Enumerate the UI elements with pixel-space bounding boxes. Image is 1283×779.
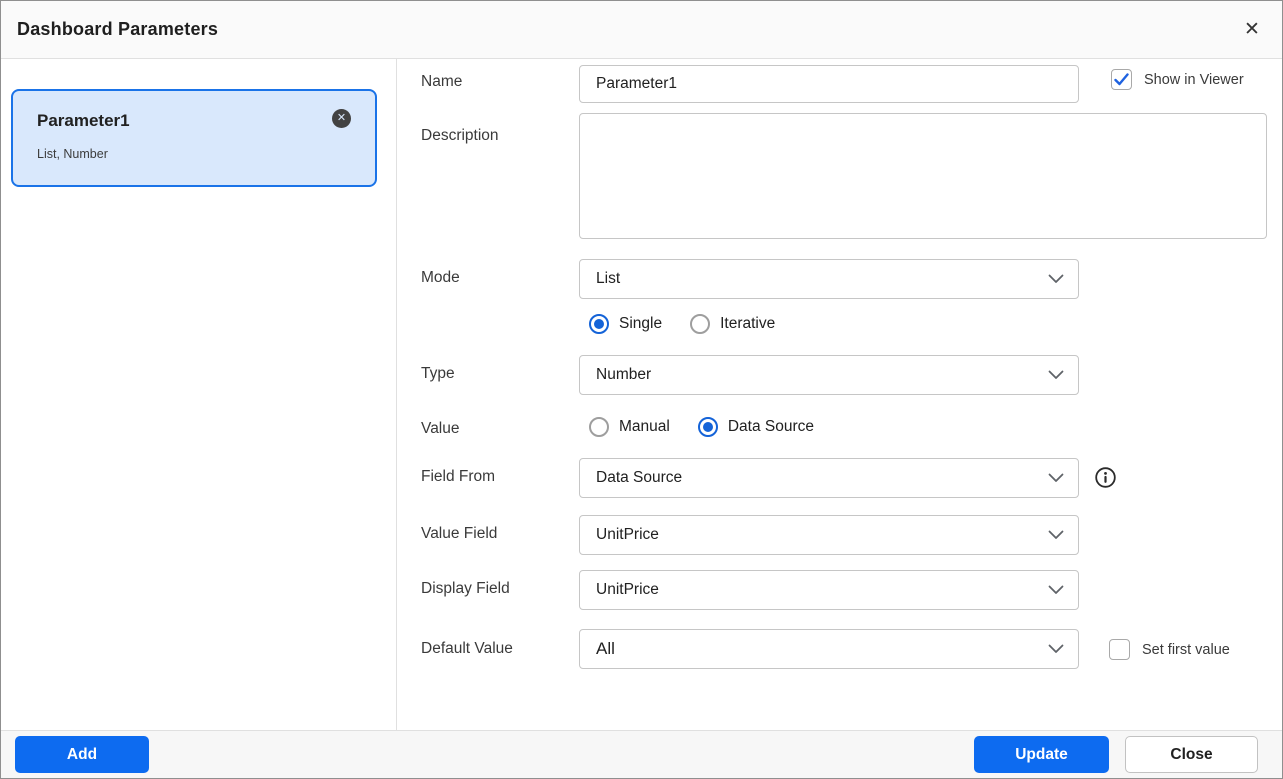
chevron-down-icon — [1048, 530, 1064, 540]
mode-radio-group: Single Iterative — [589, 314, 793, 334]
mode-value: List — [596, 270, 1048, 288]
chevron-down-icon — [1048, 644, 1064, 654]
value-radio-group: Manual Data Source — [589, 417, 832, 437]
update-button[interactable]: Update — [974, 736, 1109, 773]
chevron-down-icon — [1048, 585, 1064, 595]
parameter-name: Parameter1 — [37, 111, 355, 131]
default-value-dropdown[interactable]: All — [579, 629, 1079, 669]
set-first-value-field: Set first value — [1109, 639, 1230, 660]
name-label: Name — [421, 73, 576, 91]
description-label: Description — [421, 127, 576, 145]
manual-radio[interactable] — [589, 417, 609, 437]
set-first-value-label: Set first value — [1142, 642, 1230, 658]
chevron-down-icon — [1048, 473, 1064, 483]
iterative-radio[interactable] — [690, 314, 710, 334]
set-first-value-checkbox[interactable] — [1109, 639, 1130, 660]
display-field-value: UnitPrice — [596, 581, 1048, 599]
parameter-summary: List, Number — [37, 147, 355, 161]
dashboard-parameters-dialog: Dashboard Parameters ✕ Parameter1 List, … — [0, 0, 1283, 779]
close-icon[interactable]: ✕ — [1238, 16, 1266, 44]
data-source-radio-label: Data Source — [728, 418, 814, 436]
value-field-dropdown[interactable]: UnitPrice — [579, 515, 1079, 555]
add-button[interactable]: Add — [15, 736, 149, 773]
chevron-down-icon — [1048, 274, 1064, 284]
manual-radio-label: Manual — [619, 418, 670, 436]
description-input[interactable] — [579, 113, 1267, 239]
info-icon[interactable] — [1094, 466, 1117, 494]
name-input[interactable] — [579, 65, 1079, 103]
show-in-viewer-field: Show in Viewer — [1111, 69, 1244, 90]
value-field-label: Value Field — [421, 525, 576, 543]
chevron-down-icon — [1048, 370, 1064, 380]
parameter-list-panel: Parameter1 List, Number ✕ — [1, 59, 397, 730]
field-from-value: Data Source — [596, 469, 1048, 487]
default-value-value: All — [596, 639, 1048, 659]
single-radio[interactable] — [589, 314, 609, 334]
dialog-header: Dashboard Parameters ✕ — [1, 1, 1282, 59]
display-field-dropdown[interactable]: UnitPrice — [579, 570, 1079, 610]
value-field-value: UnitPrice — [596, 526, 1048, 544]
default-value-label: Default Value — [421, 640, 576, 658]
parameter-list-item[interactable]: Parameter1 List, Number ✕ — [11, 89, 377, 187]
dialog-footer: Add Update Close — [1, 730, 1282, 778]
close-button[interactable]: Close — [1125, 736, 1258, 773]
data-source-radio[interactable] — [698, 417, 718, 437]
dialog-title: Dashboard Parameters — [17, 19, 218, 40]
mode-label: Mode — [421, 269, 576, 287]
display-field-label: Display Field — [421, 580, 576, 598]
field-from-dropdown[interactable]: Data Source — [579, 458, 1079, 498]
mode-dropdown[interactable]: List — [579, 259, 1079, 299]
single-radio-label: Single — [619, 315, 662, 333]
type-value: Number — [596, 366, 1048, 384]
show-in-viewer-checkbox[interactable] — [1111, 69, 1132, 90]
check-icon — [1114, 73, 1129, 86]
show-in-viewer-label: Show in Viewer — [1144, 72, 1244, 88]
type-label: Type — [421, 365, 576, 383]
parameter-form: Name Show in Viewer Description Mode Lis… — [397, 59, 1282, 730]
iterative-radio-label: Iterative — [720, 315, 775, 333]
type-dropdown[interactable]: Number — [579, 355, 1079, 395]
remove-parameter-icon[interactable]: ✕ — [332, 109, 351, 128]
value-label: Value — [421, 420, 576, 438]
field-from-label: Field From — [421, 468, 576, 486]
